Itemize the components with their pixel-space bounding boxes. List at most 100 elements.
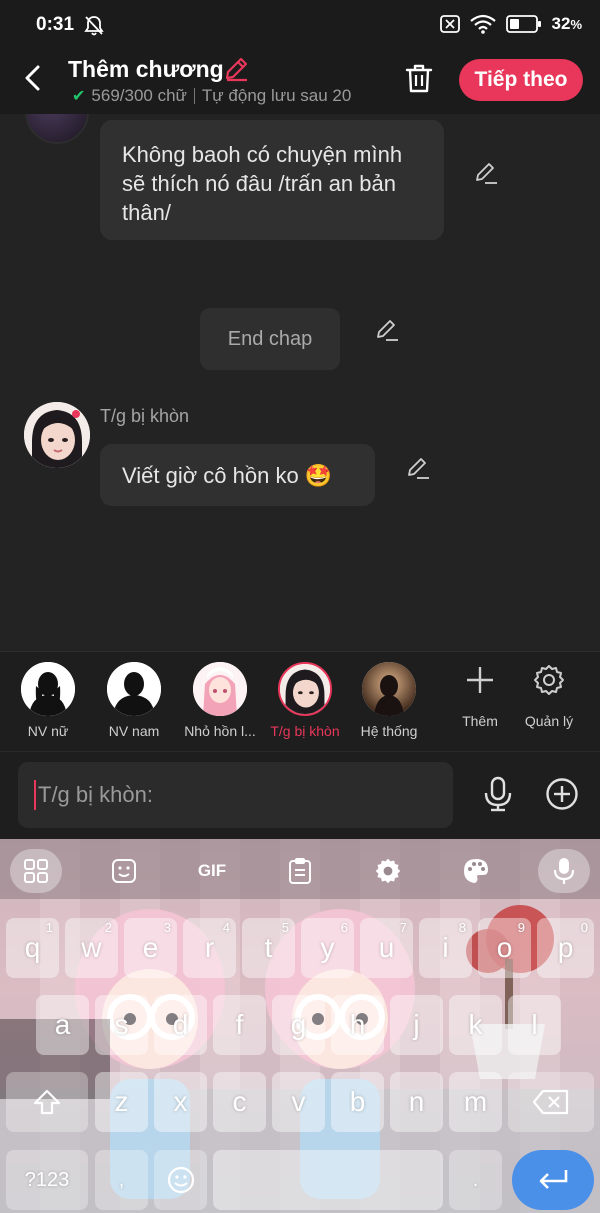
edit-message-icon[interactable] <box>374 317 400 343</box>
chapter-status: ✔ 569/300 chữ Tự động lưu sau 20 <box>72 86 351 106</box>
character-item[interactable]: T/g bị khòn <box>265 662 345 739</box>
speaker-name: T/g bị khòn <box>100 406 190 426</box>
keyboard-toolbar: GIF <box>0 839 600 903</box>
apps-grid-icon[interactable] <box>10 849 62 893</box>
period-key[interactable]: . <box>449 1150 502 1210</box>
key-g[interactable]: g <box>272 995 325 1055</box>
manage-label: Quản lý <box>524 713 574 729</box>
key-q[interactable]: 1q <box>6 918 59 978</box>
microphone-icon[interactable] <box>481 776 515 812</box>
avatar <box>21 662 75 716</box>
edit-message-icon[interactable] <box>473 160 499 186</box>
plus-icon <box>467 667 493 693</box>
key-t[interactable]: 5t <box>242 918 295 978</box>
voice-input-icon[interactable] <box>538 849 590 893</box>
backspace-icon <box>532 1089 569 1115</box>
back-arrow-icon[interactable] <box>18 62 50 94</box>
emoji-icon <box>167 1166 194 1194</box>
screen: 0:31 32% Thêm chương ✔ 569/300 chữ Tự độ… <box>0 0 600 1213</box>
key-o[interactable]: 9o <box>478 918 531 978</box>
key-f[interactable]: f <box>213 995 266 1055</box>
backspace-key[interactable] <box>508 1072 594 1132</box>
key-h[interactable]: h <box>331 995 384 1055</box>
emoji-key[interactable] <box>154 1150 207 1210</box>
key-z[interactable]: z <box>95 1072 148 1132</box>
key-w[interactable]: 2w <box>65 918 118 978</box>
clipboard-icon[interactable] <box>274 849 326 893</box>
add-label: Thêm <box>462 713 498 729</box>
key-x[interactable]: x <box>154 1072 207 1132</box>
manage-characters-button[interactable]: Quản lý <box>514 664 584 729</box>
key-i[interactable]: 8i <box>419 918 472 978</box>
avatar[interactable] <box>25 114 89 144</box>
key-l[interactable]: l <box>508 995 561 1055</box>
enter-arrow-icon <box>539 1170 568 1189</box>
avatar[interactable] <box>24 402 90 468</box>
character-item[interactable]: Hệ thống <box>349 662 429 739</box>
battery-percent: 32% <box>551 14 582 33</box>
input-placeholder: T/g bị khòn: <box>38 782 153 807</box>
message-input[interactable]: T/g bị khòn: <box>18 762 453 828</box>
add-circle-icon[interactable] <box>545 777 579 811</box>
chat-area[interactable]: Không baoh có chuyện mình sẽ thích nó đâ… <box>0 114 600 651</box>
key-y[interactable]: 6y <box>301 918 354 978</box>
word-count: 569/300 chữ <box>91 86 187 105</box>
check-icon: ✔ <box>72 88 86 105</box>
character-item[interactable]: NV nữ <box>8 662 88 739</box>
key-n[interactable]: n <box>390 1072 443 1132</box>
symbols-key[interactable]: ?123 <box>6 1150 88 1210</box>
message-bubble[interactable]: Viết giờ cô hồn ko 🤩 <box>100 444 375 506</box>
key-b[interactable]: b <box>331 1072 384 1132</box>
space-key[interactable] <box>213 1150 443 1210</box>
character-name: T/g bị khòn <box>270 723 340 739</box>
author-avatar-image <box>24 402 90 468</box>
sticker-icon[interactable] <box>98 849 150 893</box>
text-caret <box>34 780 36 810</box>
key-k[interactable]: k <box>449 995 502 1055</box>
avatar <box>193 662 247 716</box>
character-item[interactable]: Nhỏ hồn l... <box>180 662 260 739</box>
status-bar: 0:31 32% <box>0 0 600 52</box>
character-name: Hệ thống <box>360 723 418 739</box>
key-c[interactable]: c <box>213 1072 266 1132</box>
settings-gear-icon[interactable] <box>362 849 414 893</box>
gear-icon <box>534 665 564 695</box>
key-p[interactable]: 0p <box>537 918 594 978</box>
character-selector: NV nữ NV nam Nhỏ hồn l... T/g bị khòn Hệ… <box>0 651 600 751</box>
enter-key[interactable] <box>512 1150 594 1210</box>
wifi-icon <box>469 14 496 34</box>
key-e[interactable]: 3e <box>124 918 177 978</box>
avatar <box>278 662 332 716</box>
next-button[interactable]: Tiếp theo <box>459 59 583 101</box>
message-bubble[interactable]: Không baoh có chuyện mình sẽ thích nó đâ… <box>100 120 444 240</box>
key-r[interactable]: 4r <box>183 918 236 978</box>
key-a[interactable]: a <box>36 995 89 1055</box>
add-character-button[interactable]: Thêm <box>445 664 515 729</box>
palette-icon[interactable] <box>450 849 502 893</box>
character-item[interactable]: NV nam <box>94 662 174 739</box>
status-indicators: 32% <box>439 14 582 34</box>
character-name: Nhỏ hồn l... <box>184 723 256 739</box>
key-s[interactable]: s <box>95 995 148 1055</box>
status-time: 0:31 <box>36 14 75 35</box>
key-m[interactable]: m <box>449 1072 502 1132</box>
keyboard: GIF 1q 2w 3e 4r 5t 6y 7u 8i 9o 0p a s d … <box>0 839 600 1213</box>
key-u[interactable]: 7u <box>360 918 413 978</box>
shift-key[interactable] <box>6 1072 88 1132</box>
comma-key[interactable]: , <box>95 1150 148 1210</box>
autosave-text: Tự động lưu sau 20 <box>201 86 352 105</box>
edit-title-icon[interactable] <box>223 56 249 82</box>
narration-bubble[interactable]: End chap <box>200 308 340 370</box>
trash-icon[interactable] <box>404 62 434 94</box>
key-j[interactable]: j <box>390 995 443 1055</box>
page-title: Thêm chương <box>68 56 224 82</box>
battery-icon <box>505 15 541 33</box>
app-header: Thêm chương ✔ 569/300 chữ Tự động lưu sa… <box>0 52 600 114</box>
key-v[interactable]: v <box>272 1072 325 1132</box>
gif-label: GIF <box>197 861 227 880</box>
shift-icon <box>33 1089 61 1115</box>
key-d[interactable]: d <box>154 995 207 1055</box>
character-name: NV nữ <box>27 723 69 739</box>
gif-button[interactable]: GIF <box>186 849 238 893</box>
edit-message-icon[interactable] <box>405 455 431 481</box>
